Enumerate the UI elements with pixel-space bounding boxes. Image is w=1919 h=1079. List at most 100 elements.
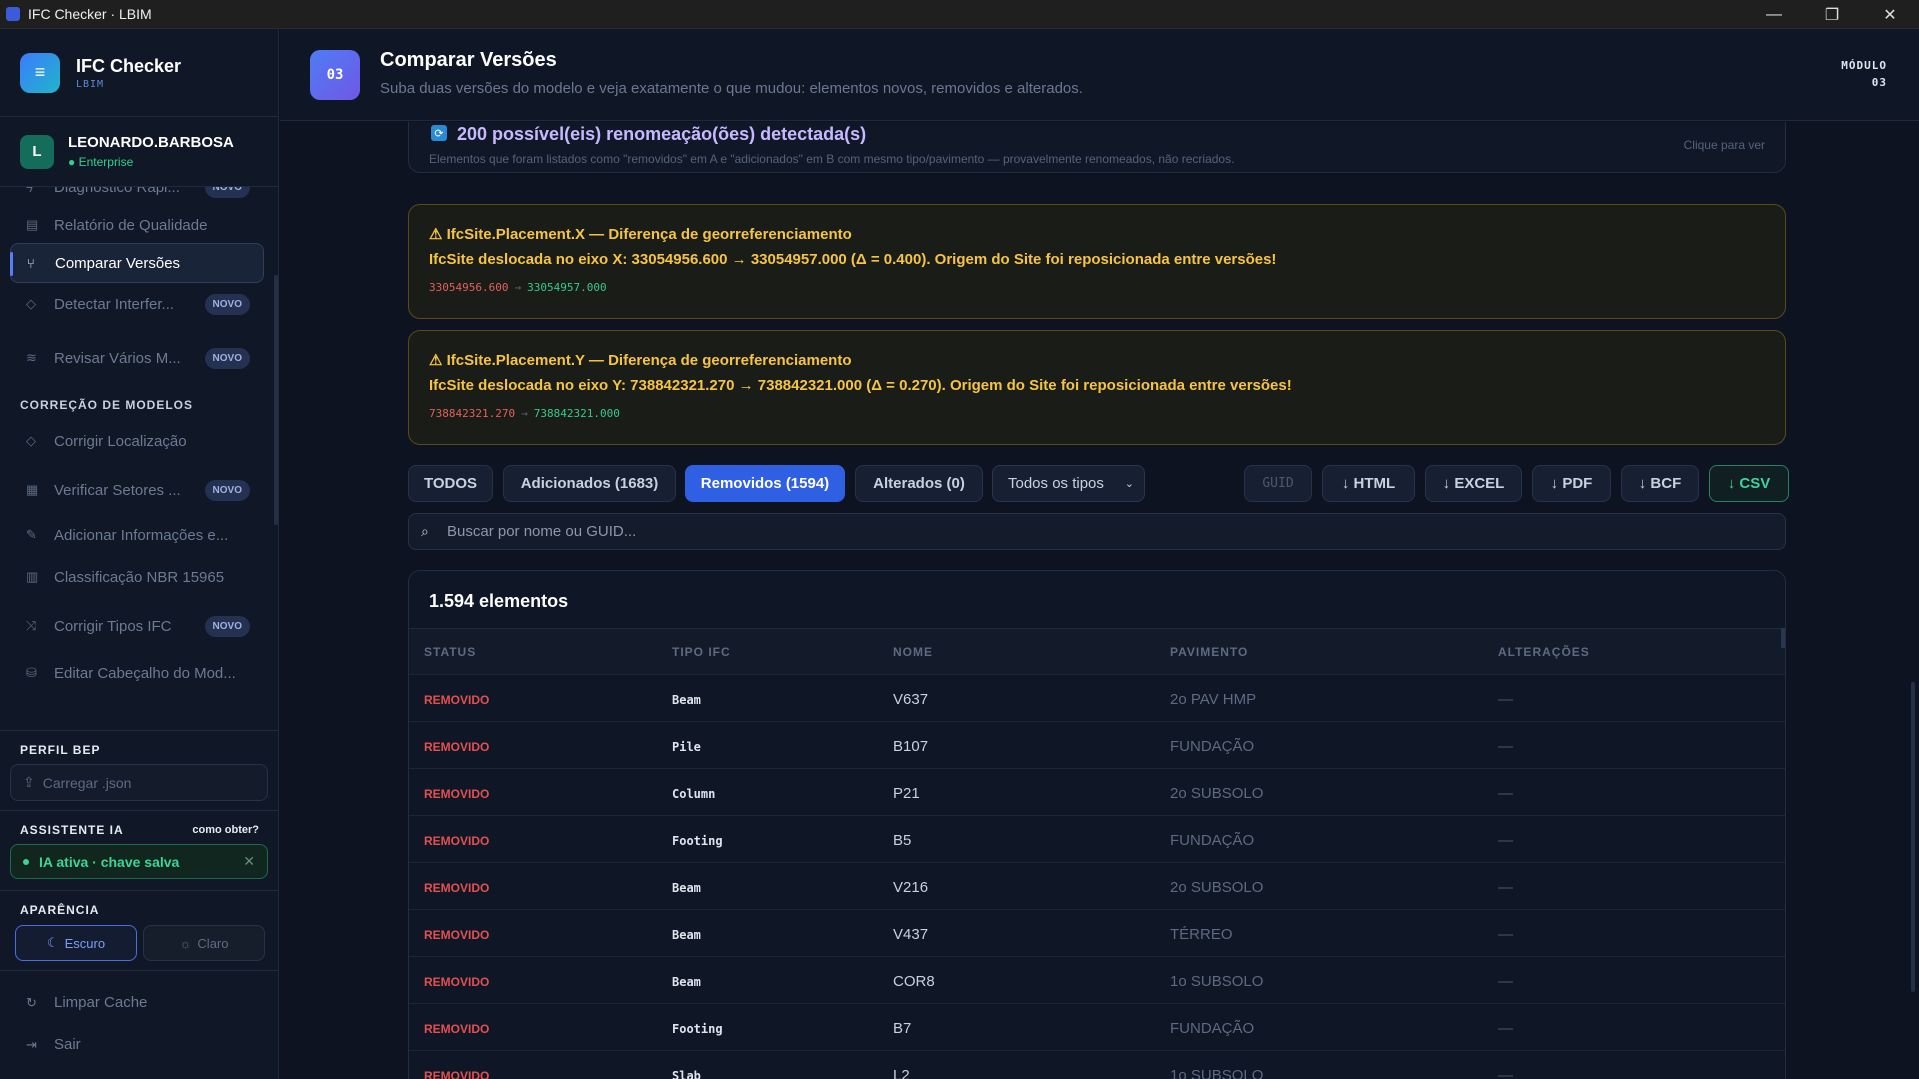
upload-icon: ⇪ bbox=[23, 774, 35, 790]
user-profile[interactable]: L LEONARDO.BARBOSA ● Enterprise bbox=[0, 117, 278, 187]
new-value: 738842321.000 bbox=[533, 407, 620, 420]
nav-item-setores[interactable]: ▦ Verificar Setores ... NOVO bbox=[10, 470, 264, 510]
export-bcf-button[interactable]: ↓ BCF bbox=[1621, 465, 1699, 502]
nav-item-label: Adicionar Informações e... bbox=[54, 526, 229, 544]
export-pdf-button[interactable]: ↓ PDF bbox=[1532, 465, 1611, 502]
layers-icon: ≡ bbox=[20, 52, 60, 93]
moon-icon: ☾ bbox=[46, 935, 59, 950]
edit-icon: ✎ bbox=[26, 527, 37, 542]
table-row[interactable]: REMOVIDO Footing B7 FUNDAÇÃO — bbox=[409, 1003, 1785, 1050]
page-title: Comparar Versões bbox=[380, 49, 557, 71]
cell-pav: TÉRREO bbox=[1170, 926, 1233, 943]
ia-status: IA ativa · chave salva ✕ bbox=[10, 844, 268, 879]
module-badge: 03 bbox=[310, 50, 360, 100]
nav-item-tipos-ifc[interactable]: ⤨ Corrigir Tipos IFC NOVO bbox=[10, 606, 264, 646]
status-dot-icon bbox=[23, 858, 29, 865]
filter-changed-button[interactable]: Alterados (0) bbox=[855, 465, 983, 502]
logout-button[interactable]: ⇥ Sair bbox=[26, 1036, 81, 1053]
ia-section: ASSISTENTE IA como obter? IA ativa · cha… bbox=[0, 810, 278, 890]
upload-label: Carregar .json bbox=[42, 774, 132, 791]
cell-alt: — bbox=[1498, 879, 1513, 896]
clear-cache-label: Limpar Cache bbox=[54, 994, 148, 1011]
cell-alt: — bbox=[1498, 785, 1513, 802]
export-html-button[interactable]: ↓ HTML bbox=[1322, 465, 1415, 502]
cell-alt: — bbox=[1498, 1020, 1513, 1037]
maximize-button[interactable]: ❐ bbox=[1803, 0, 1861, 29]
nav-item-revisar[interactable]: ≋ Revisar Vários M... NOVO bbox=[10, 338, 264, 378]
cell-alt: — bbox=[1498, 926, 1513, 943]
table-row[interactable]: REMOVIDO Beam V437 TÉRREO — bbox=[409, 909, 1785, 956]
table-row[interactable]: REMOVIDO Beam COR8 1o SUBSOLO — bbox=[409, 956, 1785, 1003]
minimize-button[interactable]: — bbox=[1745, 0, 1803, 29]
table-row[interactable]: REMOVIDO Pile B107 FUNDAÇÃO — bbox=[409, 721, 1785, 768]
filter-removed-button[interactable]: Removidos (1594) bbox=[685, 465, 845, 502]
report-icon: ▤ bbox=[26, 217, 39, 232]
main-scrollbar[interactable] bbox=[1911, 682, 1915, 992]
page-header: 03 Comparar Versões Suba duas versões do… bbox=[280, 29, 1919, 121]
column-header-status[interactable]: STATUS bbox=[424, 645, 476, 659]
bep-upload-button[interactable]: ⇪ Carregar .json bbox=[10, 764, 268, 801]
cell-tipo: Pile bbox=[672, 740, 701, 754]
table-row[interactable]: REMOVIDO Slab L2 1o SUBSOLO — bbox=[409, 1050, 1785, 1079]
nav-item-label: Detectar Interfer... bbox=[54, 295, 175, 313]
table-row[interactable]: REMOVIDO Beam V216 2o SUBSOLO — bbox=[409, 862, 1785, 909]
search-bar: ⌕ bbox=[408, 513, 1786, 550]
nav-item-label: Comparar Versões bbox=[55, 254, 181, 272]
nav-item-relatorio[interactable]: ▤ Relatório de Qualidade bbox=[10, 205, 264, 245]
cell-alt: — bbox=[1498, 973, 1513, 990]
rename-view-link[interactable]: Clique para ver bbox=[1684, 138, 1765, 152]
column-header-alteracoes[interactable]: ALTERAÇÕES bbox=[1498, 645, 1590, 659]
logout-label: Sair bbox=[54, 1036, 81, 1053]
export-csv-button[interactable]: ↓ CSV bbox=[1709, 465, 1789, 502]
rename-title: 200 possível(eis) renomeação(ões) detect… bbox=[457, 124, 867, 144]
nav-item-comparar[interactable]: ⑂ Comparar Versões bbox=[10, 243, 264, 283]
remove-key-icon[interactable]: ✕ bbox=[243, 853, 255, 870]
nav-item-interferencias[interactable]: ◇ Detectar Interfer... NOVO bbox=[10, 284, 264, 324]
filter-added-button[interactable]: Adicionados (1683) bbox=[503, 465, 676, 502]
nav-item-localizacao[interactable]: ◇ Corrigir Localização bbox=[10, 421, 264, 461]
cell-pav: FUNDAÇÃO bbox=[1170, 832, 1255, 849]
ia-status-label: IA ativa · chave salva bbox=[39, 853, 180, 870]
cell-alt: — bbox=[1498, 832, 1513, 849]
brand-sub: LBIM bbox=[76, 78, 105, 90]
nav-item-diagnostico[interactable]: ϟ Diagnóstico Rápi... NOVO bbox=[10, 187, 264, 207]
cell-status: REMOVIDO bbox=[424, 1022, 490, 1036]
nav-item-label: Revisar Vários M... bbox=[54, 349, 181, 367]
theme-dark-button[interactable]: ☾ Escuro bbox=[15, 925, 137, 961]
nav-item-label: Corrigir Localização bbox=[54, 432, 187, 450]
database-icon: ⛁ bbox=[26, 665, 37, 680]
rename-detection-card[interactable]: ⟳ 200 possível(eis) renomeação(ões) dete… bbox=[408, 122, 1786, 173]
bep-section: PERFIL BEP ⇪ Carregar .json bbox=[0, 730, 278, 810]
value-diff: 738842321.270 → 738842321.000 bbox=[429, 407, 620, 420]
type-select-value: Todos os tipos bbox=[1008, 475, 1104, 492]
export-excel-button[interactable]: ↓ EXCEL bbox=[1425, 465, 1522, 502]
column-header-tipo[interactable]: TIPO IFC bbox=[672, 645, 731, 659]
table-scrollbar[interactable] bbox=[1781, 628, 1785, 648]
table-row[interactable]: REMOVIDO Column P21 2o SUBSOLO — bbox=[409, 768, 1785, 815]
table-row[interactable]: REMOVIDO Beam V637 2o PAV HMP — bbox=[409, 674, 1785, 721]
cell-alt: — bbox=[1498, 691, 1513, 708]
cell-status: REMOVIDO bbox=[424, 834, 490, 848]
new-badge: NOVO bbox=[204, 293, 250, 315]
column-header-nome[interactable]: NOME bbox=[893, 645, 933, 659]
column-header-pavimento[interactable]: PAVIMENTO bbox=[1170, 645, 1248, 659]
cell-nome: V637 bbox=[893, 691, 929, 708]
theme-light-button[interactable]: ☼ Claro bbox=[143, 925, 265, 961]
nav-item-cabecalho[interactable]: ⛁ Editar Cabeçalho do Mod... bbox=[10, 653, 264, 693]
search-input[interactable] bbox=[447, 523, 1747, 540]
filter-all-button[interactable]: TODOS bbox=[408, 465, 493, 502]
close-button[interactable]: ✕ bbox=[1861, 0, 1919, 29]
nav-item-classificacao[interactable]: ▥ Classificação NBR 15965 bbox=[10, 557, 264, 597]
window-controls: — ❐ ✕ bbox=[1745, 0, 1919, 29]
how-to-get-link[interactable]: como obter? bbox=[192, 824, 259, 836]
cell-tipo: Slab bbox=[672, 1069, 701, 1079]
new-value: 33054957.000 bbox=[527, 281, 607, 294]
table-row[interactable]: REMOVIDO Footing B5 FUNDAÇÃO — bbox=[409, 815, 1785, 862]
cell-tipo: Beam bbox=[672, 881, 701, 895]
clear-cache-button[interactable]: ↻ Limpar Cache bbox=[26, 994, 147, 1011]
sidebar-scrollbar[interactable] bbox=[274, 275, 278, 525]
layers-icon: ≋ bbox=[26, 350, 37, 365]
nav-item-adicionar-info[interactable]: ✎ Adicionar Informações e... bbox=[10, 515, 264, 555]
guid-toggle-button[interactable]: GUID bbox=[1244, 465, 1312, 502]
type-filter-select[interactable]: Todos os tipos ⌄ bbox=[992, 465, 1145, 502]
